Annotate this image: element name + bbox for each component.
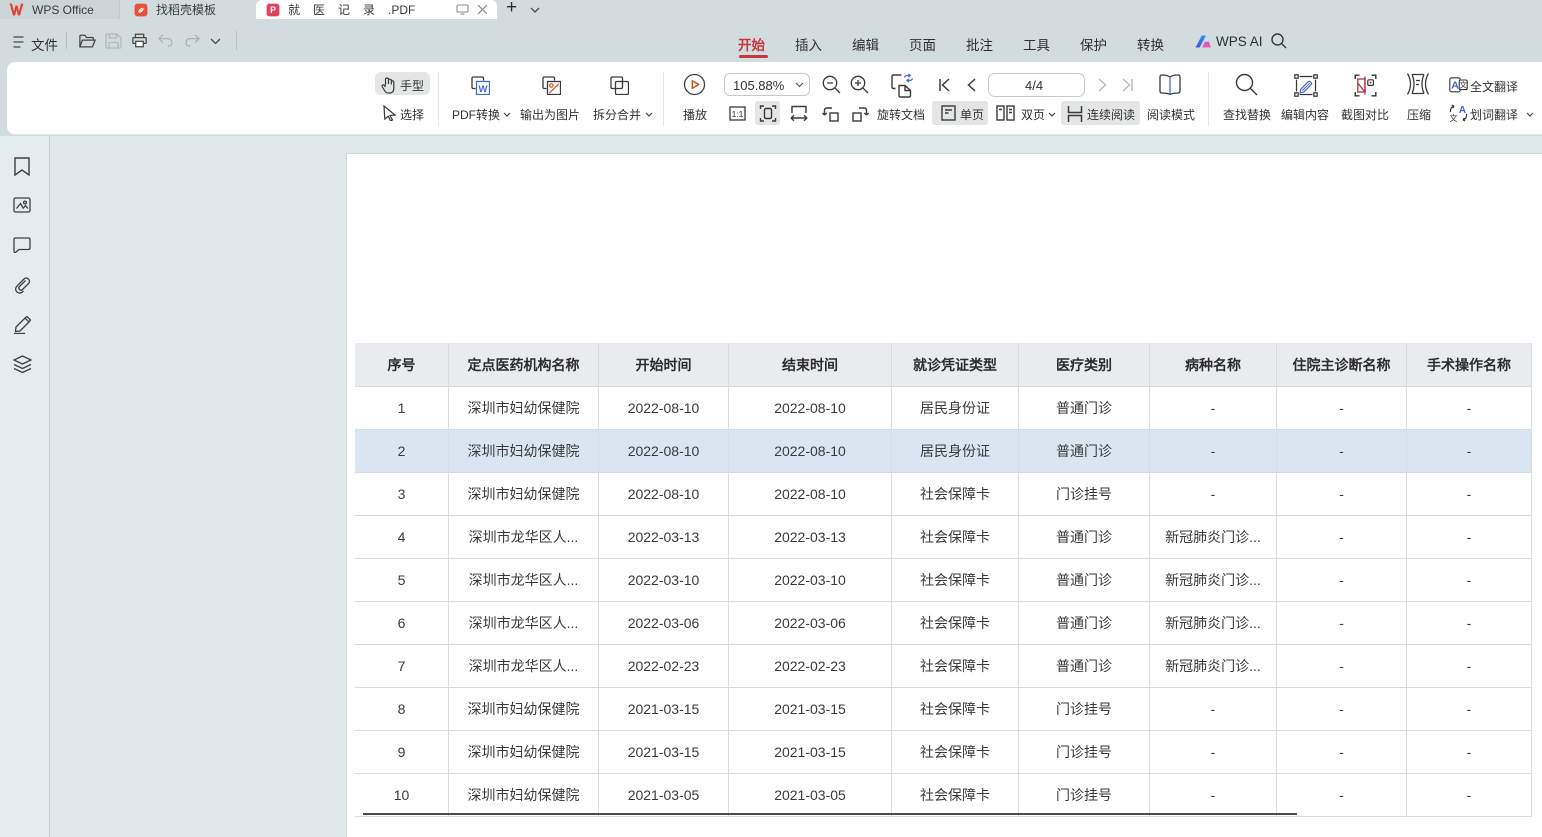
svg-text:A: A [1459,105,1466,116]
svg-text:P: P [270,5,276,15]
svg-text:文: 文 [1450,113,1458,122]
svg-text:A: A [1451,80,1459,92]
svg-text:1:1: 1:1 [732,109,744,119]
svg-text:W: W [479,84,488,95]
svg-text:文: 文 [1459,80,1467,90]
